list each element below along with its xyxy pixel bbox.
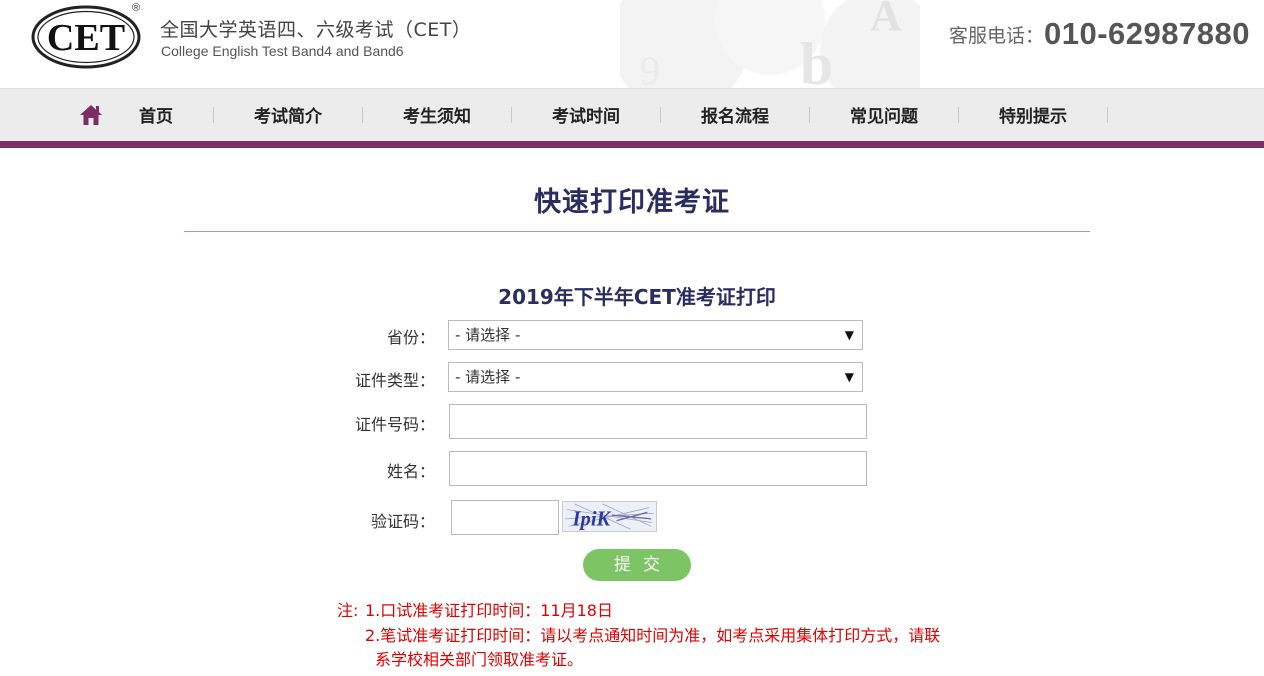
province-select[interactable]: - 请选择 - ▼ <box>448 320 863 350</box>
name-input[interactable] <box>449 451 867 486</box>
hotline-label: 客服电话： <box>949 25 1045 47</box>
id-type-select-value: - 请选择 - <box>455 368 521 386</box>
header-background-decoration: A b 9 <box>620 0 920 88</box>
registered-mark: ® <box>132 2 141 14</box>
site-title-en: College English Test Band4 and Band6 <box>161 43 404 59</box>
note-line-1: 1.口试准考证打印时间：11月18日 <box>365 601 613 620</box>
note-line-3: 系学校相关部门领取准考证。 <box>375 650 584 669</box>
hotline-number: 010-62987880 <box>1044 16 1250 51</box>
form-title: 2019年下半年CET准考证打印 <box>498 285 776 309</box>
nav-separator <box>809 107 810 123</box>
nav-item-home[interactable]: 首页 <box>128 105 184 129</box>
nav-separator <box>511 107 512 123</box>
svg-text:A: A <box>870 0 902 40</box>
hotline: 客服电话：010-62987880 <box>949 16 1250 52</box>
svg-text:9: 9 <box>640 48 660 88</box>
id-number-label: 证件号码： <box>354 415 435 434</box>
nav-item-exam-time[interactable]: 考试时间 <box>542 105 630 129</box>
note-line-2: 2.笔试准考证打印时间：请以考点通知时间为准，如考点采用集体打印方式，请联 <box>365 626 941 645</box>
province-label: 省份： <box>386 328 435 347</box>
submit-button[interactable]: 提交 <box>583 549 691 581</box>
cet-logo[interactable]: CET <box>30 4 142 70</box>
nav-separator <box>660 107 661 123</box>
note-prefix: 注: <box>337 601 359 620</box>
logo-text: CET <box>47 17 125 59</box>
nav-item-registration-process[interactable]: 报名流程 <box>691 105 779 129</box>
captcha-text: IpiK <box>572 508 612 530</box>
svg-text:b: b <box>800 31 833 88</box>
id-number-input[interactable] <box>449 404 867 439</box>
chevron-down-icon: ▼ <box>844 328 854 342</box>
site-title-cn: 全国大学英语四、六级考试（CET） <box>160 19 472 41</box>
nav-separator <box>1107 107 1108 123</box>
province-select-value: - 请选择 - <box>455 326 521 344</box>
name-label: 姓名： <box>386 462 435 481</box>
id-type-label: 证件类型： <box>354 371 435 390</box>
chevron-down-icon: ▼ <box>844 370 854 384</box>
nav-item-special-notice[interactable]: 特别提示 <box>989 105 1077 129</box>
nav-accent-bar <box>0 141 1264 148</box>
nav-separator <box>213 107 214 123</box>
nav-item-faq[interactable]: 常见问题 <box>840 105 928 129</box>
page-title: 快速打印准考证 <box>534 187 730 218</box>
site-header: A b 9 CET ® 全国大学英语四、六级考试（CET） College En… <box>0 0 1264 88</box>
id-type-select[interactable]: - 请选择 - ▼ <box>448 362 863 392</box>
home-icon[interactable] <box>78 103 104 127</box>
captcha-input[interactable] <box>451 500 559 535</box>
nav-separator <box>958 107 959 123</box>
captcha-image[interactable]: IpiK <box>562 501 657 532</box>
title-divider <box>184 231 1090 232</box>
nav-item-candidate-notice[interactable]: 考生须知 <box>393 105 481 129</box>
nav-item-exam-intro[interactable]: 考试简介 <box>244 105 332 129</box>
nav-separator <box>362 107 363 123</box>
captcha-label: 验证码： <box>370 512 435 531</box>
